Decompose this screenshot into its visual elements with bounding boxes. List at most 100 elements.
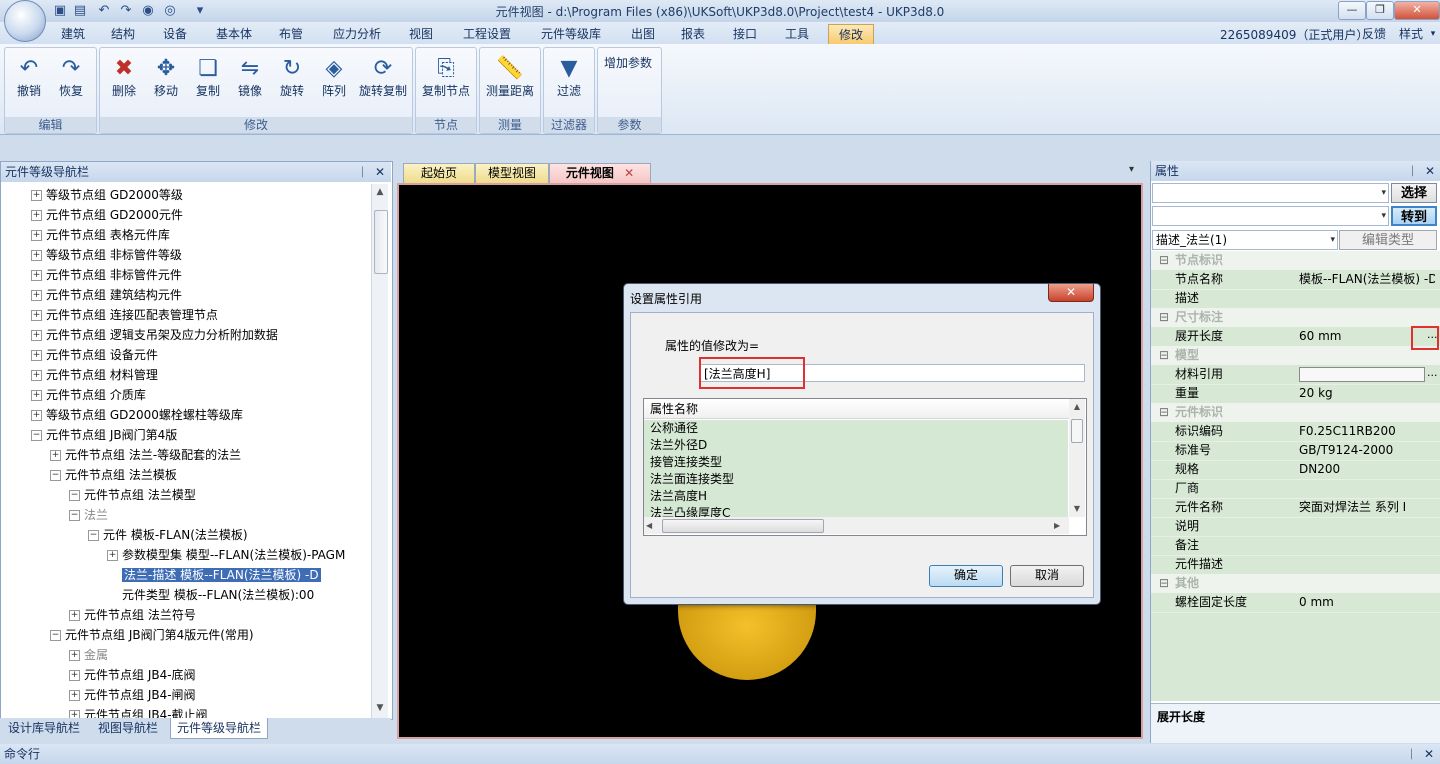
property-category[interactable]: ⊟ 元件标识: [1151, 403, 1440, 422]
measure-distance-button[interactable]: 📏 测量距离: [486, 54, 534, 106]
expand-icon[interactable]: +: [69, 670, 80, 681]
tree-node[interactable]: + 元件节点组 JB4-闸阀: [1, 685, 371, 705]
property-name-list[interactable]: 属性名称 公称通径 法兰外径D 接管连接类型 法兰面连接类型 法兰高度H 法兰凸缘厚度C …: [643, 398, 1087, 536]
copy-button[interactable]: ❏ 复制: [186, 54, 230, 106]
object-select-combo[interactable]: ▾: [1152, 183, 1389, 203]
scroll-thumb[interactable]: [374, 210, 388, 274]
move-button[interactable]: ✥ 移动: [144, 54, 188, 106]
tree-node[interactable]: + 元件节点组 连接匹配表管理节点: [1, 305, 371, 325]
list-scroll-up-icon[interactable]: ▲: [1069, 399, 1085, 415]
tree-node[interactable]: + 元件节点组 材料管理: [1, 365, 371, 385]
tree-node[interactable]: + 元件节点组 非标管件元件: [1, 265, 371, 285]
edit-type-button[interactable]: 编辑类型: [1339, 230, 1437, 250]
expand-icon[interactable]: +: [31, 390, 42, 401]
expand-icon[interactable]: +: [31, 270, 42, 281]
property-row[interactable]: 螺栓固定长度 0 mm: [1151, 593, 1440, 613]
list-hscroll-thumb[interactable]: [662, 519, 824, 533]
expand-icon[interactable]: +: [31, 190, 42, 201]
expand-icon[interactable]: +: [31, 290, 42, 301]
collapse-icon[interactable]: ⊟: [1159, 251, 1169, 270]
ok-button[interactable]: 确定: [929, 565, 1003, 587]
tab-stress-analysis[interactable]: 应力分析: [328, 24, 386, 44]
tab-primitives[interactable]: 基本体: [212, 24, 256, 44]
command-pin-icon[interactable]: ᛁ: [1408, 744, 1415, 764]
list-item[interactable]: 公称通径: [644, 420, 1068, 437]
add-param-button[interactable]: 增加参数: [604, 54, 652, 71]
list-column-header[interactable]: 属性名称: [644, 399, 1069, 419]
list-vertical-scrollbar[interactable]: ▲ ▼: [1069, 399, 1085, 517]
undo-button[interactable]: ↶ 撤销: [7, 54, 51, 106]
tree-node[interactable]: + 元件节点组 GD2000元件: [1, 205, 371, 225]
collapse-icon[interactable]: ⊟: [1159, 308, 1169, 327]
expand-icon[interactable]: +: [31, 350, 42, 361]
ellipsis-button[interactable]: ...: [1427, 363, 1438, 382]
save-icon[interactable]: ▣: [52, 3, 68, 19]
tree-node[interactable]: + 元件节点组 建筑结构元件: [1, 285, 371, 305]
delete-button[interactable]: ✖ 删除: [102, 54, 146, 106]
close-icon[interactable]: ✕: [375, 162, 385, 182]
tree-scrollbar[interactable]: ▲ ▼: [371, 184, 388, 718]
array-button[interactable]: ◈ 阵列: [312, 54, 356, 106]
tree-node[interactable]: + 等级节点组 GD2000等级: [1, 185, 371, 205]
select-button[interactable]: 选择: [1391, 183, 1437, 203]
tree-node[interactable]: − 元件节点组 法兰模板: [1, 465, 371, 485]
list-item[interactable]: 法兰外径D: [644, 437, 1068, 454]
tree-node[interactable]: + 元件节点组 JB4-截止阀: [1, 705, 371, 719]
tree-node[interactable]: + 元件节点组 逻辑支吊架及应力分析附加数据: [1, 325, 371, 345]
scroll-up-icon[interactable]: ▲: [372, 184, 388, 200]
customize-qat-icon[interactable]: ▾: [192, 3, 208, 19]
collapse-icon[interactable]: −: [50, 630, 61, 641]
property-row[interactable]: 描述: [1151, 289, 1440, 309]
expand-icon[interactable]: +: [50, 450, 61, 461]
scroll-down-icon[interactable]: ▼: [372, 700, 388, 716]
cancel-button[interactable]: 取消: [1010, 565, 1084, 587]
expand-icon[interactable]: +: [69, 610, 80, 621]
property-row[interactable]: 标准号 GB/T9124-2000: [1151, 441, 1440, 461]
tab-component-view[interactable]: 元件视图 ✕: [549, 163, 651, 183]
tree-node[interactable]: + 元件节点组 介质库: [1, 385, 371, 405]
tab-list-dropdown-icon[interactable]: ▾: [1129, 164, 1134, 175]
dialog-close-button[interactable]: ✕: [1048, 284, 1094, 302]
mirror-button[interactable]: ⇋ 镜像: [228, 54, 272, 106]
tree-node[interactable]: − 元件节点组 JB阀门第4版元件(常用): [1, 625, 371, 645]
tree-node[interactable]: − 元件节点组 JB阀门第4版: [1, 425, 371, 445]
tree-node[interactable]: + 参数模型集 模型--FLAN(法兰模板)-PAGM: [1, 545, 371, 565]
tab-tools[interactable]: 工具: [782, 24, 812, 44]
tab-interface[interactable]: 接口: [730, 24, 760, 44]
style-menu[interactable]: 样式: [1396, 24, 1426, 44]
material-reference-box[interactable]: [1299, 367, 1425, 382]
collapse-icon[interactable]: −: [88, 530, 99, 541]
property-row[interactable]: 说明: [1151, 517, 1440, 537]
property-value[interactable]: 0 mm: [1299, 593, 1435, 612]
property-row[interactable]: 元件描述: [1151, 555, 1440, 575]
tab-start-page[interactable]: 起始页: [403, 163, 475, 183]
rotate-copy-button[interactable]: ⟳ 旋转复制: [358, 54, 408, 106]
property-row[interactable]: 展开长度 60 mm...: [1151, 327, 1440, 347]
collapse-icon[interactable]: −: [31, 430, 42, 441]
tree-node[interactable]: + 等级节点组 非标管件等级: [1, 245, 371, 265]
style-dropdown-icon[interactable]: ▾: [1428, 24, 1438, 44]
application-button[interactable]: [4, 0, 46, 42]
pin-icon[interactable]: ᛁ: [359, 162, 366, 182]
property-row[interactable]: 元件名称 突面对焊法兰 系列 I: [1151, 498, 1440, 518]
tree-node[interactable]: + 元件节点组 表格元件库: [1, 225, 371, 245]
expand-icon[interactable]: +: [31, 410, 42, 421]
list-item[interactable]: 法兰面连接类型: [644, 471, 1068, 488]
undo-icon[interactable]: ↶: [96, 3, 112, 19]
collapse-icon[interactable]: −: [50, 470, 61, 481]
list-scroll-right-icon[interactable]: ▶: [1054, 517, 1066, 534]
expand-icon[interactable]: +: [31, 210, 42, 221]
type-combo[interactable]: 描述_法兰(1) ▾: [1152, 230, 1338, 250]
property-row[interactable]: 重量 20 kg: [1151, 384, 1440, 404]
expand-icon[interactable]: +: [31, 330, 42, 341]
expand-icon[interactable]: +: [31, 310, 42, 321]
copy-node-button[interactable]: ⎘ 复制节点: [422, 54, 470, 106]
list-scroll-thumb[interactable]: [1071, 419, 1083, 443]
tree-node[interactable]: − 元件 模板-FLAN(法兰模板): [1, 525, 371, 545]
maximize-button[interactable]: ❐: [1366, 1, 1394, 20]
tree-view[interactable]: + 等级节点组 GD2000等级 + 元件节点组 GD2000元件 + 元件节点组 表格元…: [1, 185, 371, 719]
expand-icon[interactable]: +: [69, 690, 80, 701]
rotate-button[interactable]: ↻ 旋转: [270, 54, 314, 106]
property-category[interactable]: ⊟ 其他: [1151, 574, 1440, 593]
collapse-icon[interactable]: −: [69, 510, 80, 521]
